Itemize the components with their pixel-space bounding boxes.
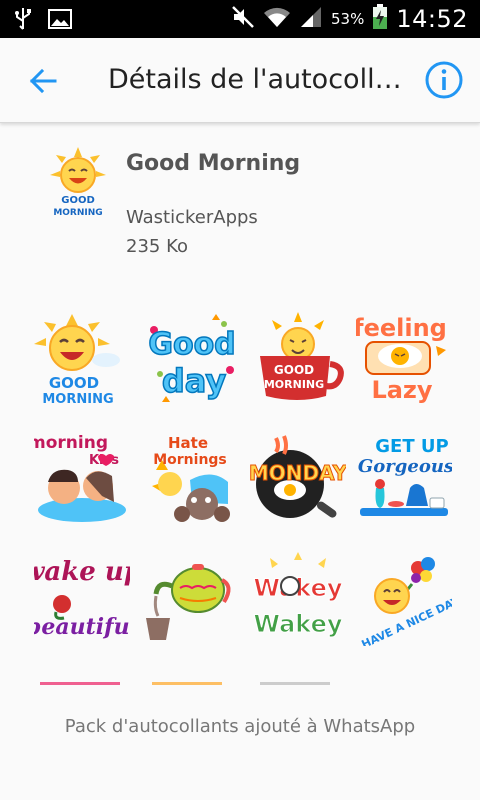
- image-icon: [48, 8, 72, 34]
- sticker-hate-mornings[interactable]: Hate Mornings: [142, 430, 238, 526]
- sticker-text: MORNING: [264, 378, 324, 391]
- pack-tray-icon: GOOD MORNING: [44, 145, 112, 219]
- battery-charging-icon: [372, 4, 388, 34]
- sticker-teapot[interactable]: [142, 550, 238, 646]
- sticker-feeling-lazy[interactable]: feeling Lazy: [353, 310, 452, 406]
- pack-size: 235 Ko: [126, 236, 188, 257]
- arrow-back-icon: [29, 68, 57, 94]
- sticker-partial[interactable]: [142, 678, 238, 685]
- pack-icon-text-1: GOOD: [61, 195, 95, 206]
- sticker-good-morning-mug[interactable]: GOOD MORNING: [250, 310, 346, 406]
- page-title: Détails de l'autocoll…: [108, 64, 402, 95]
- battery-percent: 53%: [330, 10, 365, 28]
- sticker-get-up-gorgeous[interactable]: GET UP Gorgeous: [356, 430, 454, 526]
- sticker-text: Hate: [168, 434, 208, 452]
- usb-icon: [14, 7, 32, 35]
- sticker-text: day: [162, 362, 227, 400]
- sticker-morning-kiss[interactable]: morning Kiss: [28, 430, 130, 526]
- sticker-monday[interactable]: MONDAY: [248, 430, 348, 526]
- sticker-text: Good: [148, 327, 235, 362]
- app-bar: Détails de l'autocoll…: [0, 38, 480, 123]
- sticker-text: wake up: [34, 557, 130, 587]
- sticker-have-a-nice-day[interactable]: HAVE A NICE DAY: [356, 550, 462, 651]
- info-icon: [425, 61, 463, 99]
- sticker-text: feeling: [356, 314, 447, 342]
- sticker-wake-up-beautiful[interactable]: wake up beautiful: [22, 550, 142, 646]
- sticker-wakey-wakey[interactable]: Wakey Wakey: [250, 550, 346, 646]
- pack-icon-text-2: MORNING: [53, 208, 102, 218]
- back-button[interactable]: [22, 60, 64, 102]
- sticker-good-day[interactable]: Good day: [144, 310, 240, 406]
- clock: 14:52: [396, 5, 468, 33]
- status-bar: 53% 14:52: [0, 0, 480, 38]
- sticker-text: MONDAY: [250, 461, 346, 485]
- sticker-text: Lazy: [371, 376, 432, 404]
- sticker-partial[interactable]: [250, 678, 346, 685]
- mute-icon: [231, 5, 255, 33]
- sticker-good-morning-sun[interactable]: GOOD MORNING: [30, 310, 126, 407]
- added-to-whatsapp-label: Pack d'autocollants ajouté à WhatsApp: [64, 716, 416, 737]
- sticker-text: Wakey: [253, 610, 342, 638]
- sticker-text: morning: [34, 433, 108, 453]
- sticker-text: beautiful: [34, 614, 130, 640]
- wifi-icon: [263, 5, 291, 33]
- pack-name: Good Morning: [126, 151, 301, 176]
- sticker-text: GET UP: [375, 436, 448, 457]
- sticker-partial[interactable]: [34, 678, 130, 685]
- sticker-text: Mornings: [153, 452, 227, 468]
- sticker-text: GOOD: [49, 374, 99, 392]
- sticker-text: Gorgeous: [358, 456, 452, 477]
- sticker-text: GOOD: [274, 363, 314, 377]
- sticker-grid: GOOD MORNING Good day GOOD MORNING feeli…: [0, 300, 480, 685]
- signal-icon: [299, 5, 323, 33]
- info-button[interactable]: [424, 60, 464, 100]
- pack-header: GOOD MORNING Good Morning WastickerApps …: [0, 123, 480, 293]
- sticker-text: MORNING: [42, 392, 113, 406]
- pack-publisher: WastickerApps: [126, 207, 258, 228]
